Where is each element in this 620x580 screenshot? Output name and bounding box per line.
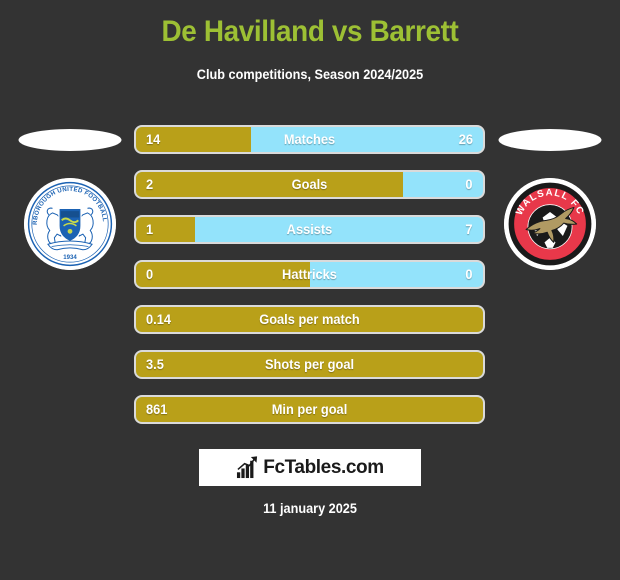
stat-row-hattricks: 0 Hattricks 0: [136, 262, 483, 287]
home-team-crest-column: PETERBOROUGH UNITED FOOTBALL CLUB 1934: [0, 125, 140, 285]
peterborough-united-fc-crest-icon: PETERBOROUGH UNITED FOOTBALL CLUB 1934: [24, 178, 116, 270]
stat-row-shots-per-goal: 3.5 Shots per goal: [136, 352, 483, 377]
fctables-brand-text: FcTables.com: [263, 456, 384, 478]
stat-row-goals: 2 Goals 0: [136, 172, 483, 197]
fctables-brand-logo[interactable]: FcTables.com: [199, 449, 421, 486]
stat-comparison-bars: 14 Matches 26 2 Goals 0 1 Assists 7 0 Ha…: [136, 127, 483, 442]
home-crest-shadow-ellipse: [18, 129, 122, 151]
stat-label-hattricks: Hattricks: [282, 267, 337, 282]
page-subtitle: Club competitions, Season 2024/2025: [196, 67, 424, 83]
stat-row-assists: 1 Assists 7: [136, 217, 483, 242]
stat-row-matches: 14 Matches 26: [136, 127, 483, 152]
svg-text:1934: 1934: [63, 255, 77, 261]
away-crest-shadow-ellipse: [498, 129, 602, 151]
stat-label-min-per-goal: Min per goal: [271, 402, 348, 417]
stat-label-assists: Assists: [286, 222, 333, 237]
stat-away-value-goals: 0: [465, 177, 473, 192]
stat-row-min-per-goal: 861 Min per goal: [136, 397, 483, 422]
stat-label-matches: Matches: [283, 132, 336, 147]
stat-label-goals: Goals: [291, 177, 328, 192]
page-title: De Havilland vs Barrett: [161, 15, 459, 48]
stat-label-goals-per-match: Goals per match: [259, 312, 360, 327]
away-team-crest-column: WALSALL FC: [480, 125, 620, 285]
stat-away-value-matches: 26: [458, 132, 473, 147]
footer-date: 11 january 2025: [263, 501, 357, 516]
stat-away-value-assists: 7: [465, 222, 473, 237]
bar-chart-arrow-icon: [237, 456, 258, 479]
stat-label-shots-per-goal: Shots per goal: [264, 357, 355, 372]
stat-row-goals-per-match: 0.14 Goals per match: [136, 307, 483, 332]
stat-away-value-hattricks: 0: [465, 267, 473, 282]
walsall-fc-crest-icon: WALSALL FC: [504, 178, 596, 270]
